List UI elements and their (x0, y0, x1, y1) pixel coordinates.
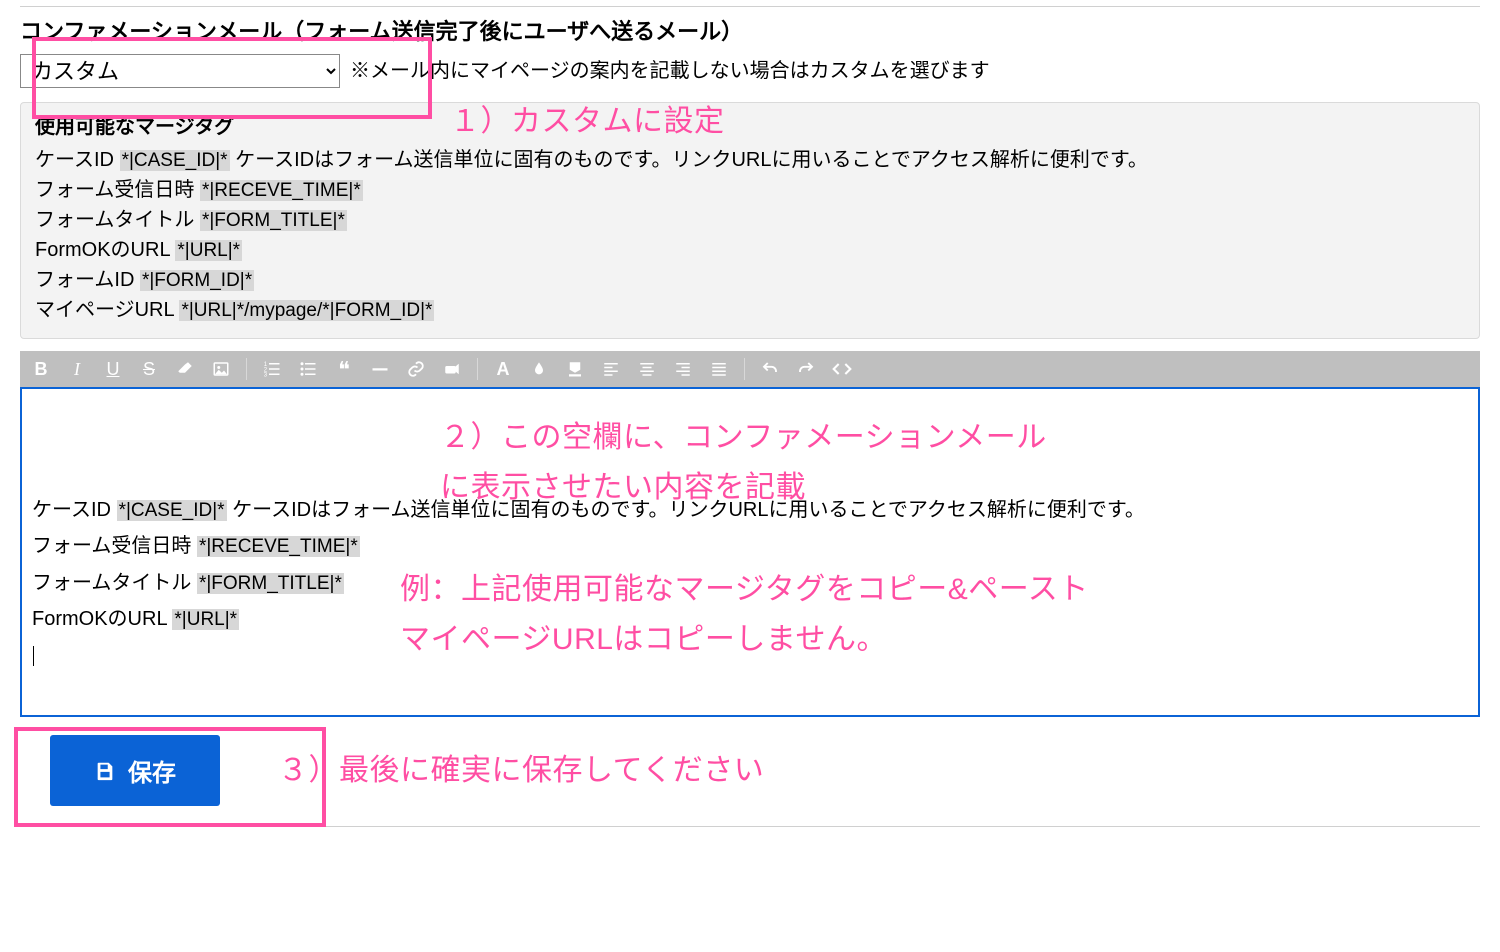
editor-toolbar: B I U S 123 ❝ A (20, 351, 1480, 387)
quote-icon[interactable]: ❝ (333, 358, 355, 380)
editor-line-label: FormOKのURL (32, 608, 172, 630)
align-left-icon[interactable] (600, 358, 622, 380)
editor-line: ケースID *|CASE_ID|* ケースIDはフォーム送信単位に固有のものです… (32, 493, 1468, 527)
merge-tag-label: ケースID (35, 149, 120, 171)
annotation-3-text: ３）最後に確実に保存してください (278, 748, 764, 793)
editor-line: FormOKのURL *|URL|* (32, 602, 1468, 636)
align-justify-icon[interactable] (708, 358, 730, 380)
select-hint: ※メール内にマイページの案内を記載しない場合はカスタムを選びます (350, 56, 990, 86)
merge-tag-token: *|RECEVE_TIME|* (200, 180, 363, 201)
editor-line-token: *|CASE_ID|* (117, 500, 227, 521)
editor-line-label: フォームタイトル (32, 572, 197, 594)
eraser-icon[interactable] (174, 358, 196, 380)
merge-tag-token: *|FORM_TITLE|* (200, 210, 347, 231)
editor-line: フォーム受信日時 *|RECEVE_TIME|* (32, 529, 1468, 563)
editor-line: フォームタイトル *|FORM_TITLE|* (32, 566, 1468, 600)
redo-icon[interactable] (795, 358, 817, 380)
merge-tag-token: *|FORM_ID|* (140, 270, 254, 291)
link-icon[interactable] (405, 358, 427, 380)
text-cursor (33, 646, 34, 666)
merge-tag-token: *|URL|* (175, 240, 242, 261)
merge-tag-label: マイページURL (35, 299, 179, 321)
save-icon (94, 760, 116, 782)
image-icon[interactable] (210, 358, 232, 380)
save-row: 保存 ３）最後に確実に保存してください (20, 735, 1480, 806)
editor-line-token: *|RECEVE_TIME|* (197, 536, 360, 557)
editor-line-label: ケースID (32, 499, 117, 521)
editor-line-token: *|FORM_TITLE|* (197, 573, 344, 594)
editor-line-desc: ケースIDはフォーム送信単位に固有のものです。リンクURLに用いることでアクセス… (227, 499, 1145, 521)
select-row: カスタム ※メール内にマイページの案内を記載しない場合はカスタムを選びます (20, 54, 1480, 88)
confirmation-mail-type-select[interactable]: カスタム (20, 54, 340, 88)
section-title: コンファメーションメール（フォーム送信完了後にユーザへ送るメール） (20, 15, 1480, 48)
strike-icon[interactable]: S (138, 358, 160, 380)
merge-tag-help-box: 使用可能なマージタグ ケースID *|CASE_ID|* ケースIDはフォーム送… (20, 102, 1480, 339)
merge-tag-row: フォーム受信日時 *|RECEVE_TIME|* (35, 176, 1465, 205)
merge-tag-row: フォームタイトル *|FORM_TITLE|* (35, 206, 1465, 235)
highlight-icon[interactable] (564, 358, 586, 380)
top-divider (20, 6, 1480, 7)
merge-tag-desc: ケースIDはフォーム送信単位に固有のものです。リンクURLに用いることでアクセス… (230, 149, 1148, 171)
align-right-icon[interactable] (672, 358, 694, 380)
merge-tag-token: *|CASE_ID|* (120, 150, 230, 171)
italic-icon[interactable]: I (66, 358, 88, 380)
merge-tag-heading: 使用可能なマージタグ (35, 113, 1465, 142)
merge-tag-token: *|URL|*/mypage/*|FORM_ID|* (179, 300, 434, 321)
editor-line-label: フォーム受信日時 (32, 535, 197, 557)
confirmation-mail-editor[interactable]: ケースID *|CASE_ID|* ケースIDはフォーム送信単位に固有のものです… (20, 387, 1480, 717)
merge-tag-label: フォームID (35, 269, 140, 291)
bold-icon[interactable]: B (30, 358, 52, 380)
merge-tag-label: フォームタイトル (35, 209, 200, 231)
merge-tag-row: ケースID *|CASE_ID|* ケースIDはフォーム送信単位に固有のものです… (35, 146, 1465, 175)
unlink-icon[interactable] (441, 358, 463, 380)
merge-tag-label: フォーム受信日時 (35, 179, 200, 201)
bottom-divider (20, 826, 1480, 827)
undo-icon[interactable] (759, 358, 781, 380)
editor-line-token: *|URL|* (172, 609, 239, 630)
merge-tag-row: マイページURL *|URL|*/mypage/*|FORM_ID|* (35, 296, 1465, 325)
code-view-icon[interactable] (831, 358, 853, 380)
hr-icon[interactable] (369, 358, 391, 380)
save-button[interactable]: 保存 (50, 735, 220, 806)
save-button-label: 保存 (128, 753, 176, 788)
merge-tag-label: FormOKのURL (35, 239, 175, 261)
unordered-list-icon[interactable] (297, 358, 319, 380)
underline-icon[interactable]: U (102, 358, 124, 380)
font-color-icon[interactable]: A (492, 358, 514, 380)
ordered-list-icon[interactable]: 123 (261, 358, 283, 380)
merge-tag-row: フォームID *|FORM_ID|* (35, 266, 1465, 295)
align-center-icon[interactable] (636, 358, 658, 380)
merge-tag-row: FormOKのURL *|URL|* (35, 236, 1465, 265)
drop-icon[interactable] (528, 358, 550, 380)
svg-text:3: 3 (264, 373, 268, 379)
